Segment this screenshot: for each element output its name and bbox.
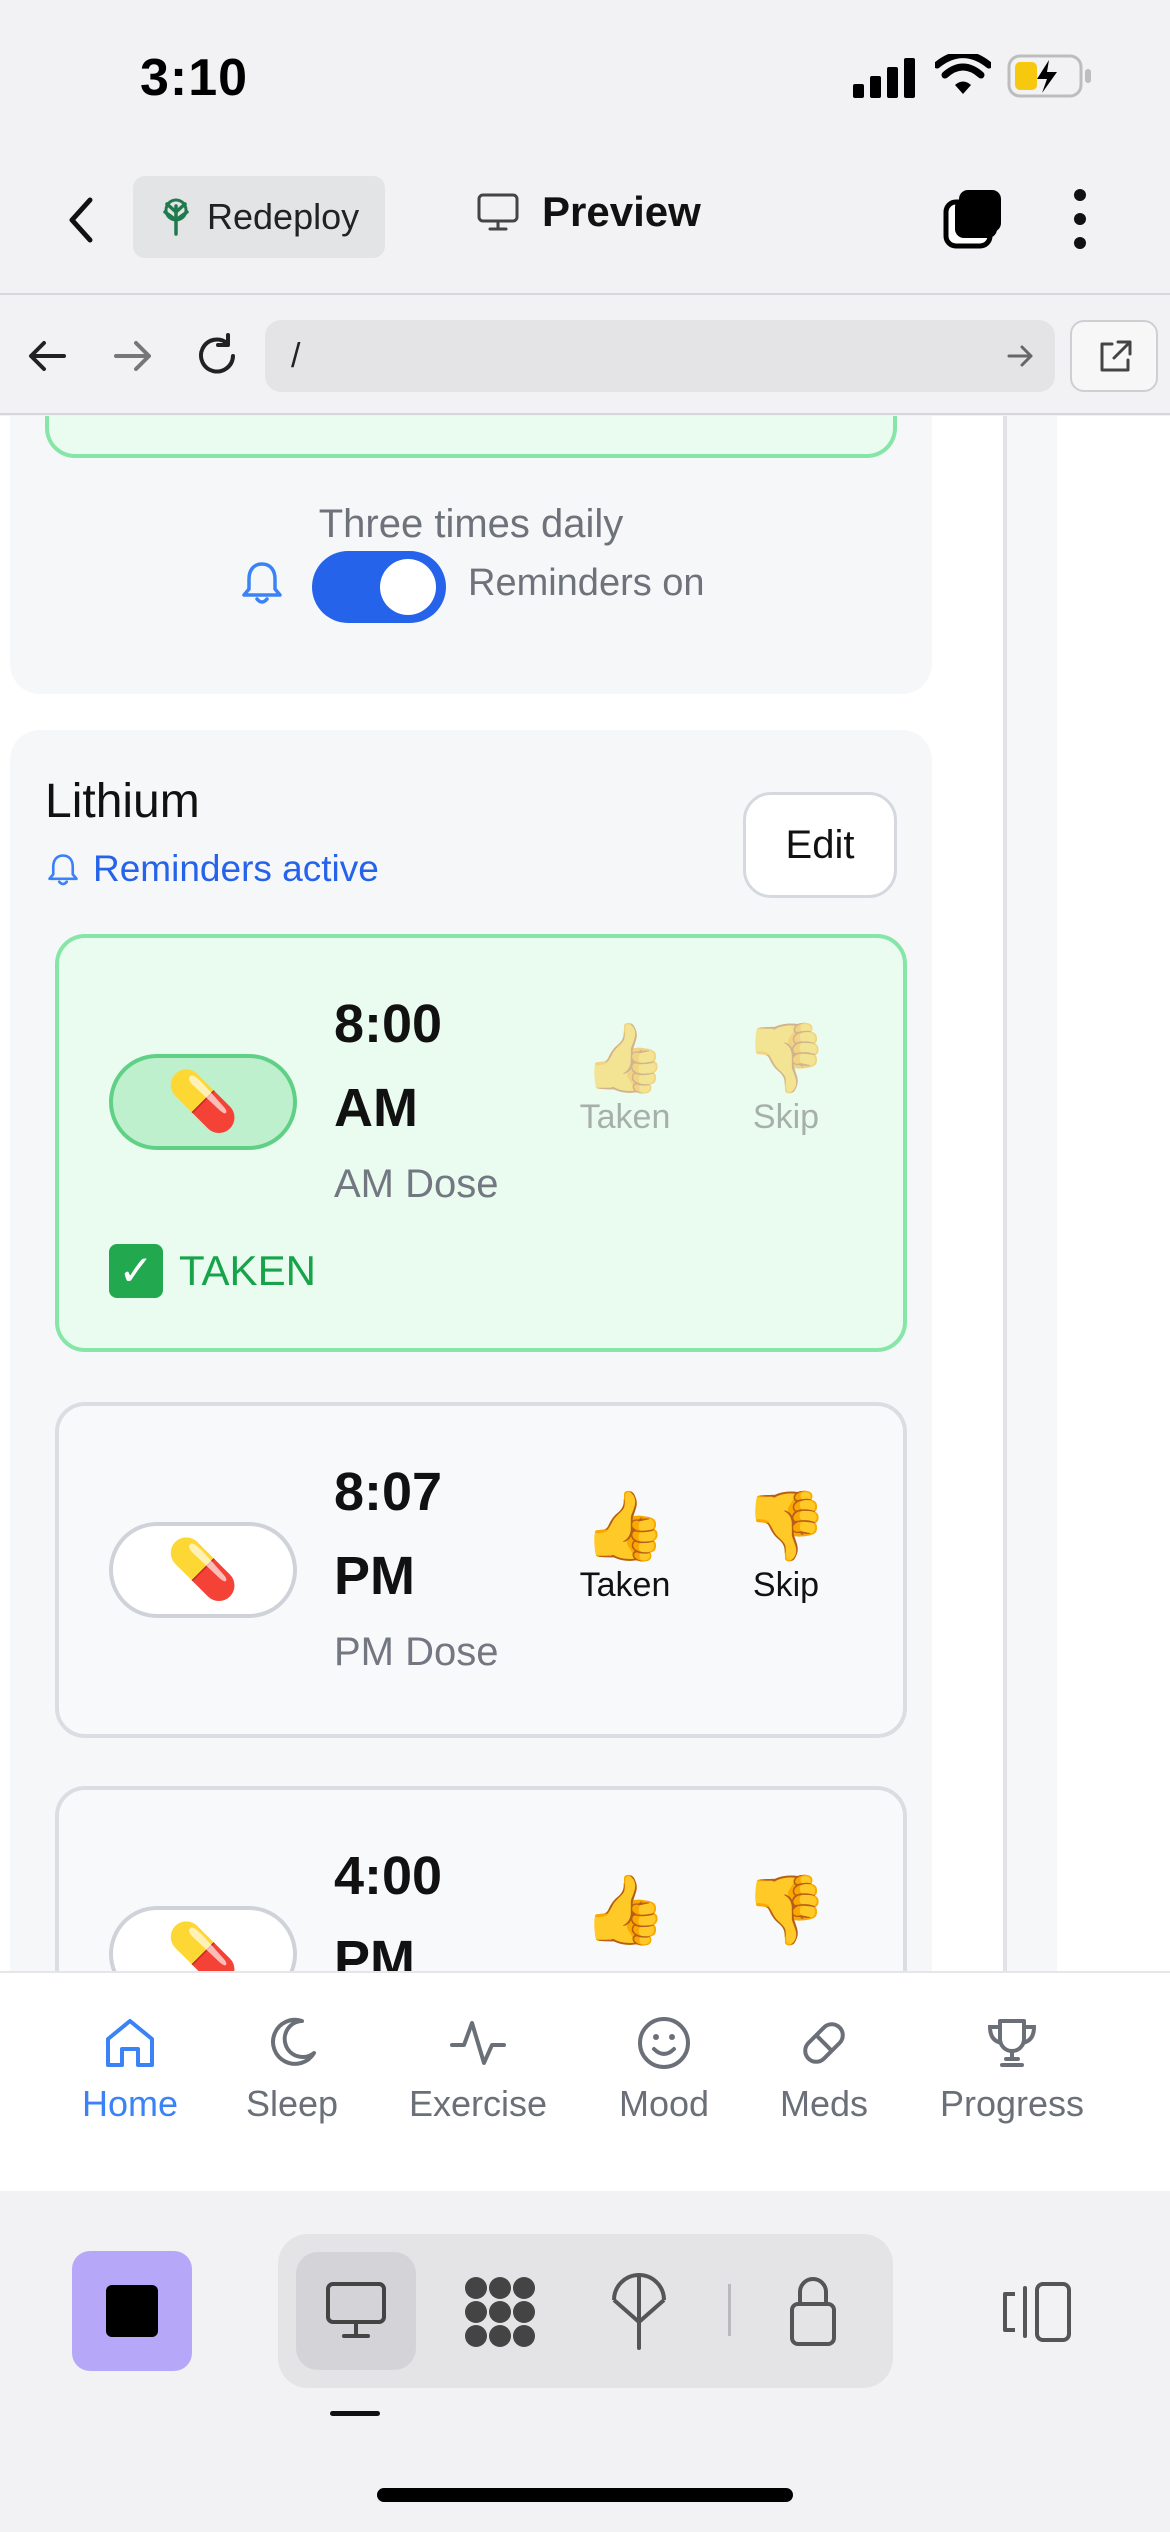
open-external-button[interactable] — [1070, 320, 1158, 392]
dose-time: 8:07 PM — [334, 1462, 443, 1606]
bell-icon — [242, 562, 282, 604]
side-panel — [1007, 416, 1057, 1971]
reload-icon[interactable] — [194, 333, 240, 379]
thumbs-down-icon: 👎 — [743, 1872, 829, 1948]
nav-item-meds[interactable]: Meds — [768, 2013, 880, 2125]
stop-icon — [106, 2285, 158, 2337]
content-viewport[interactable]: Three times daily Reminders on Lithium R… — [0, 416, 1170, 1971]
monitor-icon — [326, 2282, 386, 2338]
pill-icon: 💊 — [166, 1921, 240, 1971]
dose-card: 💊 8:07 PM PM Dose 👍 Taken 👎 Skip — [55, 1402, 907, 1738]
bottom-nav: Home Sleep Exercise Mood Meds Progress — [0, 1971, 1170, 2191]
trophy-icon — [987, 2019, 1037, 2067]
redeploy-button[interactable]: Redeploy — [133, 176, 385, 258]
check-icon: ✓ — [109, 1244, 163, 1298]
dose-card: 💊 4:00 PM 👍 👎 — [55, 1786, 907, 1971]
dose-label: PM Dose — [334, 1630, 499, 1674]
previous-med-card: Three times daily Reminders on — [10, 416, 932, 694]
redeploy-label: Redeploy — [207, 196, 360, 237]
lock-icon[interactable] — [786, 2270, 840, 2350]
taken-button[interactable]: 👍 — [570, 1870, 680, 1950]
thumbs-down-icon: 👎 — [743, 1020, 829, 1096]
monitor-icon — [477, 193, 519, 231]
taken-button[interactable]: 👍 Taken — [570, 1486, 680, 1605]
taken-button[interactable]: 👍 Taken — [570, 1018, 680, 1137]
pill-toggle-button[interactable]: 💊 — [109, 1054, 297, 1150]
external-link-icon — [1100, 340, 1132, 372]
url-path: / — [291, 337, 301, 375]
pill-icon: 💊 — [166, 1537, 240, 1602]
desktop-view-button[interactable] — [296, 2252, 416, 2370]
dose-time: 8:00 AM — [334, 994, 443, 1138]
reminders-toggle[interactable] — [312, 551, 446, 623]
medication-name: Lithium — [45, 775, 200, 828]
battery-charging-icon — [1007, 54, 1091, 98]
tabs-icon[interactable] — [941, 186, 1005, 250]
antenna-icon[interactable] — [608, 2272, 670, 2352]
nav-item-exercise[interactable]: Exercise — [400, 2013, 556, 2125]
tree-icon — [163, 198, 189, 236]
edit-button[interactable]: Edit — [743, 792, 897, 898]
nav-item-progress[interactable]: Progress — [930, 2013, 1094, 2125]
dose-card: 💊 8:00 AM AM Dose 👍 Taken 👎 Skip ✓ TAKEN — [55, 934, 907, 1352]
pill-icon — [803, 2022, 845, 2064]
moon-icon — [271, 2017, 316, 2066]
stop-button[interactable] — [72, 2251, 192, 2371]
url-input[interactable]: / — [265, 320, 1055, 392]
more-options-icon[interactable] — [1062, 186, 1098, 252]
arrow-right-icon[interactable] — [112, 338, 154, 374]
skip-button[interactable]: 👎 Skip — [731, 1018, 841, 1137]
pill-icon: 💊 — [166, 1069, 240, 1134]
dose-time: 4:00 PM — [334, 1846, 443, 1971]
sidebar-toggle-icon[interactable] — [1001, 2280, 1073, 2344]
dose-label: AM Dose — [334, 1162, 499, 1206]
skip-button[interactable]: 👎 — [731, 1870, 841, 1950]
home-indicator — [377, 2488, 793, 2502]
thumbs-up-icon: 👍 — [582, 1488, 668, 1564]
active-indicator — [330, 2411, 380, 2416]
reminders-label: Reminders on — [468, 562, 705, 604]
preview-toggle[interactable]: Preview — [476, 188, 701, 236]
bell-icon — [48, 854, 78, 886]
medication-card: Lithium Reminders active Edit 💊 8:00 AM … — [10, 730, 932, 1971]
smile-icon — [638, 2017, 690, 2069]
thumbs-down-icon: 👎 — [743, 1488, 829, 1564]
status-time: 3:10 — [140, 49, 249, 107]
nav-item-home[interactable]: Home — [74, 2013, 186, 2125]
skip-button[interactable]: 👎 Skip — [731, 1486, 841, 1605]
apps-grid-icon[interactable] — [462, 2274, 538, 2350]
pill-toggle-button[interactable]: 💊 — [109, 1906, 297, 1971]
reminder-status: Reminders active — [93, 848, 379, 889]
taken-status: ✓ TAKEN — [109, 1244, 316, 1298]
thumbs-up-icon: 👍 — [582, 1872, 668, 1948]
device-toolbar — [278, 2234, 893, 2388]
back-chevron-icon[interactable] — [66, 196, 96, 244]
signal-icon — [853, 58, 915, 98]
frequency-text: Three times daily — [318, 502, 624, 546]
arrow-left-icon[interactable] — [26, 338, 68, 374]
wifi-icon — [935, 54, 991, 94]
thumbs-up-icon: 👍 — [582, 1020, 668, 1096]
dose-row — [45, 416, 897, 458]
go-arrow-icon[interactable] — [1005, 340, 1037, 372]
pill-toggle-button[interactable]: 💊 — [109, 1522, 297, 1618]
status-bar: 3:10 — [0, 0, 1170, 150]
nav-item-mood[interactable]: Mood — [608, 2013, 720, 2125]
activity-icon — [450, 2021, 506, 2065]
home-icon — [106, 2019, 154, 2067]
preview-label: Preview — [542, 188, 701, 235]
nav-item-sleep[interactable]: Sleep — [236, 2013, 348, 2125]
toolbar-divider — [728, 2284, 731, 2336]
